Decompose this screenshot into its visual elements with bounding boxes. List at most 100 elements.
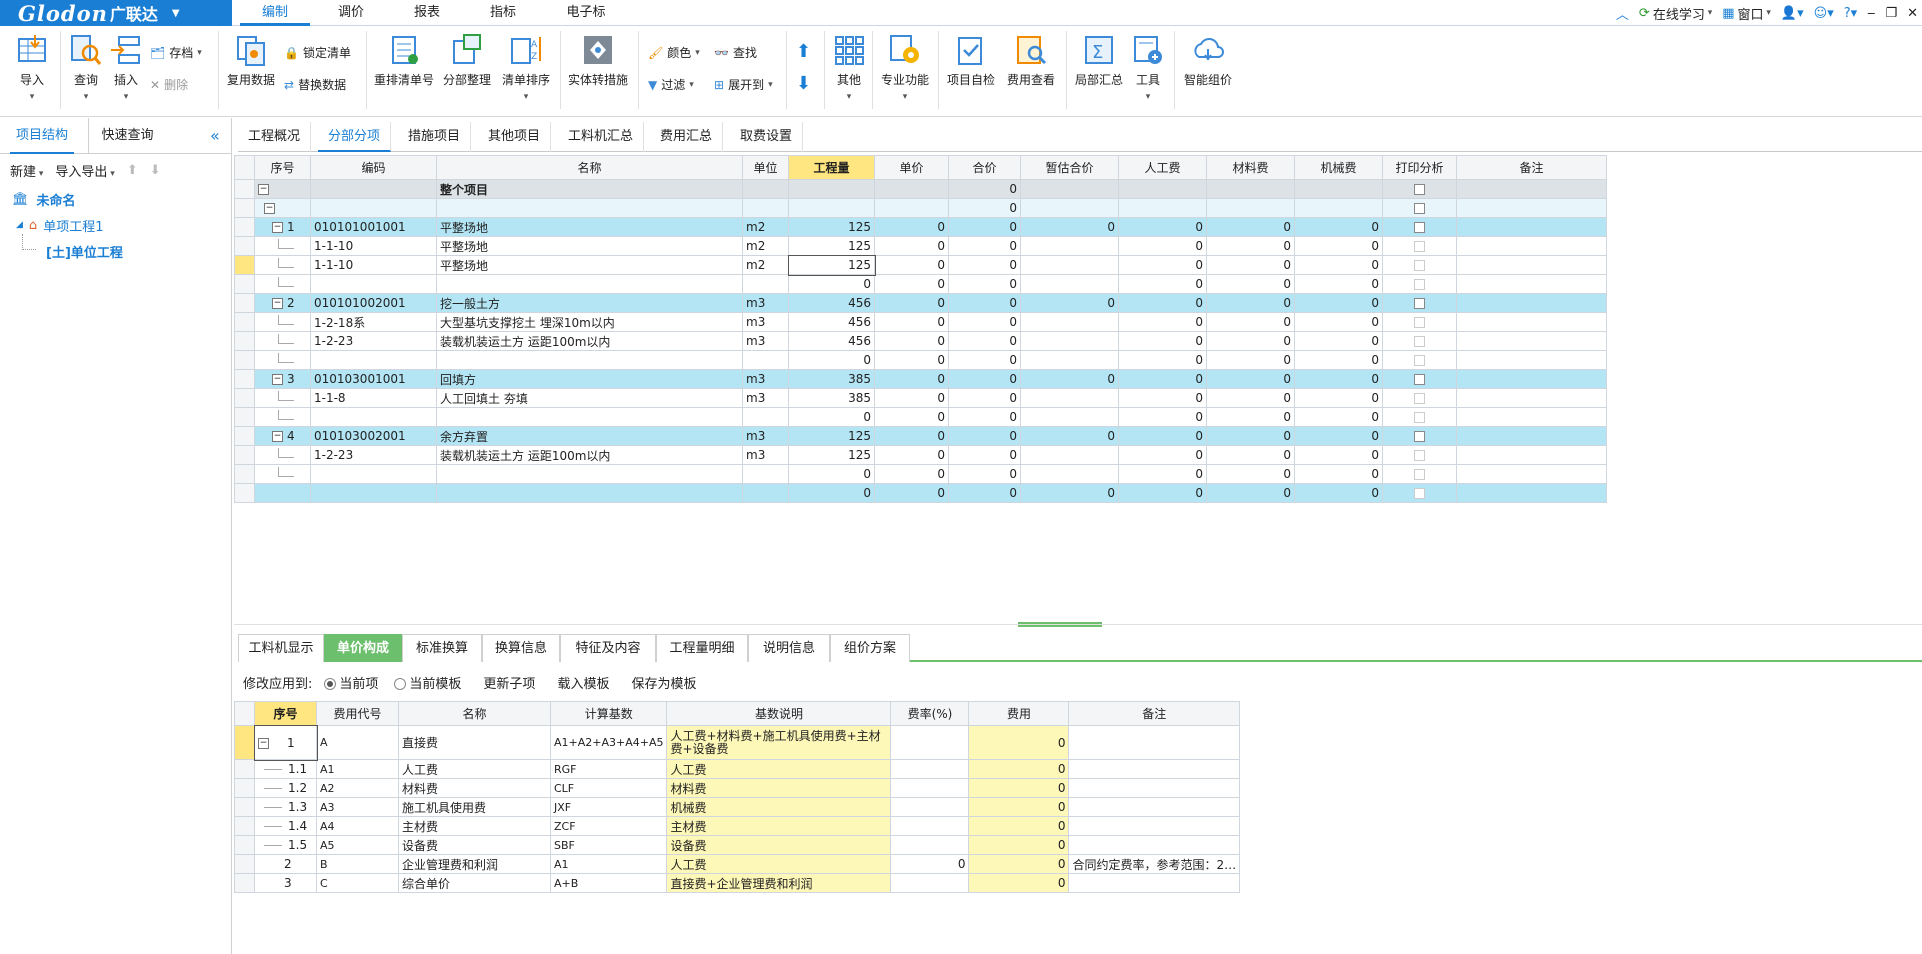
- cell-total[interactable]: 0: [948, 388, 1021, 408]
- cell-note[interactable]: [1456, 293, 1607, 313]
- cell-note[interactable]: [1456, 312, 1607, 332]
- cell-name[interactable]: 装载机装运土方 运距100m以内: [436, 331, 743, 351]
- col-header[interactable]: 计算基数: [549, 701, 668, 726]
- col-header[interactable]: 机械费: [1294, 155, 1383, 180]
- cell-base[interactable]: A1+A2+A3+A4+A5: [549, 725, 668, 760]
- cell-name[interactable]: [436, 407, 743, 427]
- btab-quantity-detail[interactable]: 工程量明细: [656, 634, 748, 662]
- table-row[interactable]: −4 010103002001 余方弃置 m3 125 0 0 0 0 0 0: [234, 426, 1607, 446]
- print-checkbox[interactable]: [1414, 450, 1425, 461]
- cell-name[interactable]: [436, 483, 743, 503]
- cell-seq[interactable]: −2: [254, 293, 311, 313]
- row-header[interactable]: [234, 198, 255, 218]
- btab-material-display[interactable]: 工料机显示: [238, 634, 324, 662]
- cell-seq[interactable]: 1.5: [254, 835, 317, 855]
- print-checkbox[interactable]: [1414, 317, 1425, 328]
- cell-est[interactable]: 0: [1020, 217, 1119, 237]
- print-checkbox[interactable]: [1414, 241, 1425, 252]
- cell-price[interactable]: 0: [874, 483, 949, 503]
- row-header[interactable]: [234, 312, 255, 332]
- row-header[interactable]: [234, 179, 255, 199]
- print-checkbox[interactable]: [1414, 393, 1425, 404]
- cell-unit[interactable]: [742, 274, 789, 294]
- tools-button[interactable]: 工具 ▾: [1128, 33, 1168, 102]
- table-row[interactable]: 0000000: [234, 483, 1607, 503]
- cell-unit[interactable]: m3: [742, 388, 789, 408]
- cell-code[interactable]: 1-2-18系: [310, 312, 437, 332]
- cell-code[interactable]: 010101001001: [310, 217, 437, 237]
- row-header[interactable]: [234, 483, 255, 503]
- cell-total[interactable]: 0: [948, 179, 1021, 199]
- col-header[interactable]: 基数说明: [666, 701, 892, 726]
- col-header[interactable]: 序号: [254, 701, 317, 726]
- collapse-icon[interactable]: −: [272, 374, 283, 385]
- cell-mat[interactable]: 0: [1206, 312, 1295, 332]
- service-icon[interactable]: ☺▾: [1814, 6, 1834, 21]
- cell-mach[interactable]: 0: [1294, 312, 1383, 332]
- cell-mat[interactable]: 0: [1206, 236, 1295, 256]
- cell-est[interactable]: [1020, 331, 1119, 351]
- row-header[interactable]: [234, 350, 255, 370]
- cell-fee[interactable]: 0: [968, 854, 1070, 874]
- cell-unit[interactable]: m3: [742, 369, 789, 389]
- cell-mat[interactable]: 0: [1206, 483, 1295, 503]
- row-header[interactable]: [234, 445, 255, 465]
- table-row[interactable]: 1.3 A3 施工机具使用费 JXF 机械费 0: [234, 797, 1241, 817]
- user-icon[interactable]: 👤▾: [1781, 6, 1804, 21]
- cell-seq[interactable]: [254, 312, 311, 332]
- cell-mach[interactable]: 0: [1294, 407, 1383, 427]
- col-header[interactable]: 名称: [398, 701, 551, 726]
- table-row[interactable]: 1.4 A4 主材费 ZCF 主材费 0: [234, 816, 1241, 836]
- renumber-button[interactable]: 重排清单号: [372, 33, 436, 88]
- cell-code[interactable]: [310, 350, 437, 370]
- cell-code[interactable]: A: [316, 725, 399, 760]
- print-checkbox[interactable]: [1414, 298, 1425, 309]
- cell-mat[interactable]: 0: [1206, 445, 1295, 465]
- cell-seq[interactable]: [254, 483, 311, 503]
- cell-qty[interactable]: 125: [788, 426, 875, 446]
- move-down-icon[interactable]: ⬇: [796, 73, 811, 94]
- cell-mach[interactable]: 0: [1294, 293, 1383, 313]
- cell-print[interactable]: [1382, 483, 1457, 503]
- cell-seq[interactable]: 1.2: [254, 778, 317, 798]
- cell-code[interactable]: [310, 407, 437, 427]
- cell-mat[interactable]: 0: [1206, 217, 1295, 237]
- self-check-button[interactable]: 项目自检: [944, 33, 998, 88]
- row-header[interactable]: [234, 217, 255, 237]
- cell-note[interactable]: [1068, 816, 1241, 836]
- insert-button[interactable]: 插入 ▾: [108, 33, 144, 102]
- btab-pricing-scheme[interactable]: 组价方案: [830, 634, 910, 662]
- col-header[interactable]: 单位: [742, 155, 789, 180]
- cell-seq[interactable]: [254, 350, 311, 370]
- cell-note[interactable]: [1456, 198, 1607, 218]
- radio-current-item[interactable]: 当前项: [324, 673, 378, 692]
- cell-price[interactable]: 0: [874, 255, 949, 275]
- cell-labor[interactable]: 0: [1118, 369, 1207, 389]
- online-learning[interactable]: ⟳ 在线学习 ▾: [1639, 4, 1712, 23]
- table-row[interactable]: 2 B 企业管理费和利润 A1 人工费 0 0 合同约定费率，参考范围：2…: [234, 854, 1241, 874]
- cell-print[interactable]: [1382, 274, 1457, 294]
- table-row[interactable]: 1-1-10 平整场地 m2 125 0 0 0 0 0: [234, 254, 1607, 276]
- query-button[interactable]: 查询 ▾: [66, 33, 106, 102]
- cell-print[interactable]: [1382, 331, 1457, 351]
- tab-fee-summary[interactable]: 费用汇总: [650, 122, 724, 152]
- cell-est[interactable]: [1020, 464, 1119, 484]
- cell-est[interactable]: [1020, 198, 1119, 218]
- cell-mat[interactable]: [1206, 198, 1295, 218]
- col-header[interactable]: 工程量: [788, 155, 875, 180]
- collapse-icon[interactable]: −: [264, 203, 275, 214]
- table-row[interactable]: 3 C 综合单价 A+B 直接费+企业管理费和利润 0: [234, 873, 1241, 893]
- cell-mat[interactable]: [1206, 179, 1295, 199]
- row-header[interactable]: [234, 426, 255, 446]
- cell-unit[interactable]: m3: [742, 331, 789, 351]
- cell-seq[interactable]: −1: [253, 724, 318, 761]
- replace-data-button[interactable]: ⇄ 替换数据: [284, 76, 346, 93]
- row-header[interactable]: [234, 293, 255, 313]
- cell-seq[interactable]: −1: [254, 217, 311, 237]
- cell-qty[interactable]: 125: [788, 236, 875, 256]
- cell-total[interactable]: 0: [948, 426, 1021, 446]
- btab-unit-price[interactable]: 单价构成: [324, 634, 402, 662]
- cell-qty[interactable]: 456: [788, 293, 875, 313]
- menu-tab-adjust[interactable]: 调价: [316, 0, 386, 26]
- tree-node-unit-project[interactable]: [土]单位工程: [0, 234, 231, 264]
